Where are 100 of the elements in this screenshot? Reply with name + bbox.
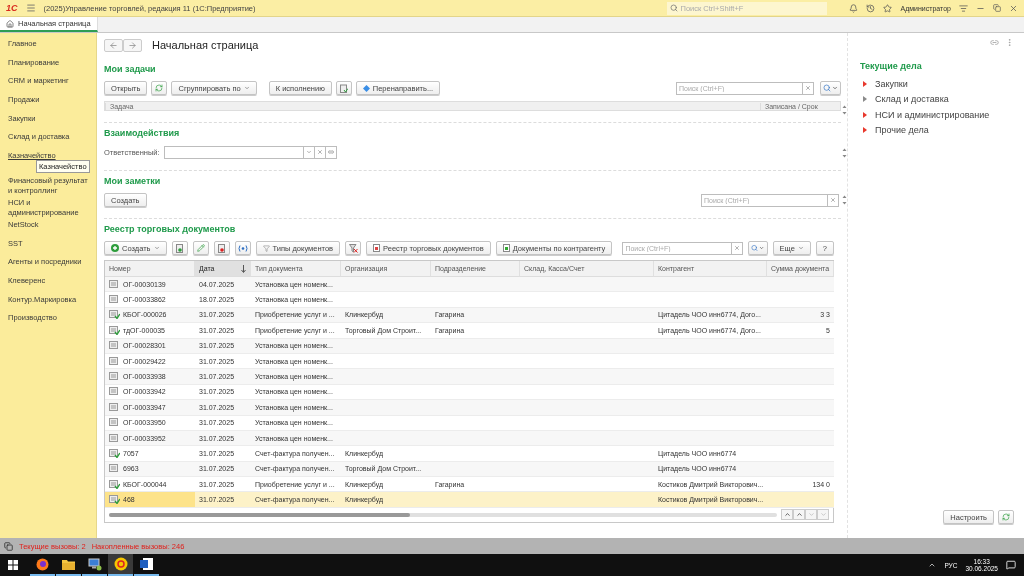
caret-icon [153,245,160,251]
clipboard-button[interactable] [335,81,352,95]
document-icon [109,433,120,443]
caret-icon [797,245,804,251]
caret-icon [243,85,250,91]
page-up-button[interactable] [793,509,805,521]
computer-icon [87,557,102,571]
report-icon [373,244,381,252]
copy-button[interactable] [171,241,188,255]
chevron-up-icon[interactable] [928,561,937,569]
first-page-button[interactable] [781,509,793,521]
clear-button[interactable] [314,145,326,159]
close-icon [316,149,323,155]
taskbar-app[interactable] [108,554,133,576]
diamond-icon [362,84,370,92]
pencil-icon [196,244,205,252]
posted-document-icon [109,310,120,320]
report-icon [502,244,510,252]
task-group-link[interactable]: Прочие дела [875,125,929,136]
task-group-link[interactable]: НСИ и администрирование [875,109,990,120]
broadcast-button[interactable] [234,241,251,255]
link-icon [327,149,334,155]
clear-button[interactable] [803,81,814,95]
table-cell [767,277,834,293]
page-down-button[interactable] [805,509,817,521]
app-icon [113,557,128,571]
caret-icon [832,85,838,91]
link-icon[interactable] [990,37,999,47]
document-icon [109,418,120,428]
clear-button[interactable] [828,193,839,207]
caret-icon [759,245,765,251]
notification-icon[interactable] [1006,560,1016,570]
close-icon [830,197,836,203]
more-icon[interactable] [1005,37,1014,47]
document-icon [109,387,120,397]
close-icon[interactable] [1009,3,1018,13]
restore-icon[interactable] [993,4,1001,12]
page-title: Начальная страница [152,39,259,51]
caret-icon [305,149,312,155]
horizontal-scrollbar[interactable] [109,512,777,517]
section-title: Реестр торговых документов [104,224,237,234]
document-icon [109,372,120,382]
posted-document-icon [109,479,120,489]
bell-icon[interactable] [849,3,859,13]
back-button[interactable] [104,38,123,52]
document-icon [109,464,120,474]
refresh-button[interactable] [998,510,1014,524]
scroll-arrows-icon[interactable] [842,195,847,205]
star-icon[interactable] [883,3,893,13]
plus-icon [111,244,119,252]
scroll-arrows-icon[interactable] [842,105,847,115]
home-icon [6,19,14,28]
start-icon[interactable] [8,560,18,570]
menu-icon[interactable] [25,3,36,13]
refresh-button[interactable] [151,81,168,95]
document-icon [109,279,120,289]
search-icon [751,244,759,252]
open-button[interactable] [325,145,337,159]
arrow-right-icon [128,40,137,50]
delete-button[interactable] [213,241,230,255]
posted-document-icon [109,449,120,458]
filter-icon [262,244,270,252]
forward-button[interactable] [123,38,142,52]
task-group-link[interactable]: Закупки [875,78,908,89]
document-icon [109,295,120,305]
history-icon[interactable] [866,3,876,13]
clear-button[interactable] [732,241,744,255]
section-title: Мои заметки [104,176,162,186]
search-icon [670,4,679,12]
section-title: Взаимодействия [104,128,181,138]
sort-arrow-icon [241,264,246,273]
document-icon [109,341,120,351]
responsible-field[interactable] [163,145,304,159]
browser-icon [36,557,49,571]
posted-document-icon [109,495,120,505]
last-page-button[interactable] [817,509,829,521]
signal-icon [237,244,248,252]
section-title: Мои задачи [104,64,157,74]
search-button[interactable] [748,241,768,255]
document-icon [217,243,226,253]
document-icon [109,402,120,412]
edit-button[interactable] [192,241,209,255]
search-icon [823,84,831,92]
arrow-left-icon [109,40,118,50]
clipboard-icon [339,83,348,93]
section-title: Текущие дела [860,61,923,71]
posted-document-icon [109,325,120,335]
scroll-arrows-icon[interactable] [842,148,847,158]
search-button[interactable] [820,81,841,95]
task-group-link[interactable]: Склад и доставка [875,94,949,105]
table-cell [767,492,834,508]
close-icon [734,245,741,251]
settings-menu-icon[interactable] [959,3,968,13]
document-icon [109,356,120,366]
app-logo: 1С [6,3,18,13]
refresh-icon [155,84,164,92]
dropdown-button[interactable] [303,145,315,159]
clear-filter-button[interactable] [345,241,362,255]
document-icon [175,243,184,253]
document-icon [140,558,153,570]
